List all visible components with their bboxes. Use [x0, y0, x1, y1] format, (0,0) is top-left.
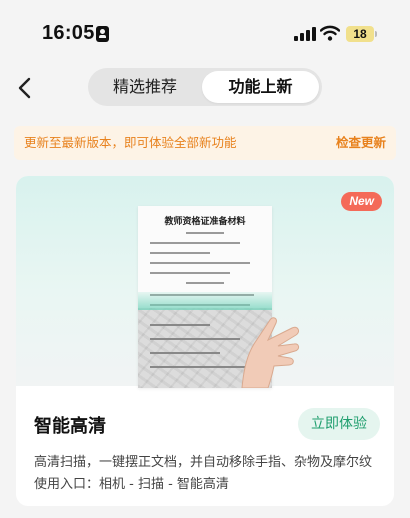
doc-line: [150, 242, 240, 244]
status-time: 16:05: [42, 22, 95, 44]
update-notice-text: 更新至最新版本，即可体验全部新功能: [24, 135, 237, 150]
feature-card: New 教师资格证准备材料 智能高清 立即体验 高清扫描，一键摆正文档，并自动移…: [16, 176, 394, 506]
battery-cap: [375, 31, 377, 37]
segmented-tabs: 精选推荐 功能上新: [88, 68, 322, 106]
wifi-icon: [320, 25, 340, 41]
try-now-button[interactable]: 立即体验: [298, 408, 380, 440]
tab-featured[interactable]: 精选推荐: [91, 71, 199, 103]
document-title: 教师资格证准备材料: [164, 217, 246, 227]
back-button[interactable]: [10, 74, 38, 102]
doc-line: [150, 272, 230, 274]
doc-line: [150, 352, 220, 354]
doc-line: [186, 232, 224, 234]
new-badge: New: [341, 192, 382, 211]
feature-illustration: New 教师资格证准备材料: [16, 176, 394, 388]
feature-usage-line: 使用入口：相机 - 扫描 - 智能高清: [34, 477, 229, 492]
feature-title: 智能高清: [34, 416, 106, 437]
doc-line: [150, 324, 210, 326]
update-notice: 更新至最新版本，即可体验全部新功能 检查更新: [14, 126, 396, 160]
feature-description-line: 高清扫描，一键摆正文档，并自动移除手指、杂物及摩尔纹: [34, 455, 373, 470]
doc-line: [150, 252, 210, 254]
tab-new-features[interactable]: 功能上新: [202, 71, 319, 103]
doc-line: [150, 262, 250, 264]
check-update-link[interactable]: 检查更新: [336, 126, 386, 160]
feature-description: 高清扫描，一键摆正文档，并自动移除手指、杂物及摩尔纹 使用入口：相机 - 扫描 …: [34, 452, 384, 496]
hand-icon: [241, 317, 300, 388]
status-bar: 16:05 18: [0, 0, 410, 62]
battery-level: 18: [346, 26, 374, 42]
id-card-icon: [96, 26, 109, 42]
chevron-left-icon: [18, 77, 31, 99]
signal-icon: [294, 27, 316, 41]
doc-line: [186, 282, 224, 284]
